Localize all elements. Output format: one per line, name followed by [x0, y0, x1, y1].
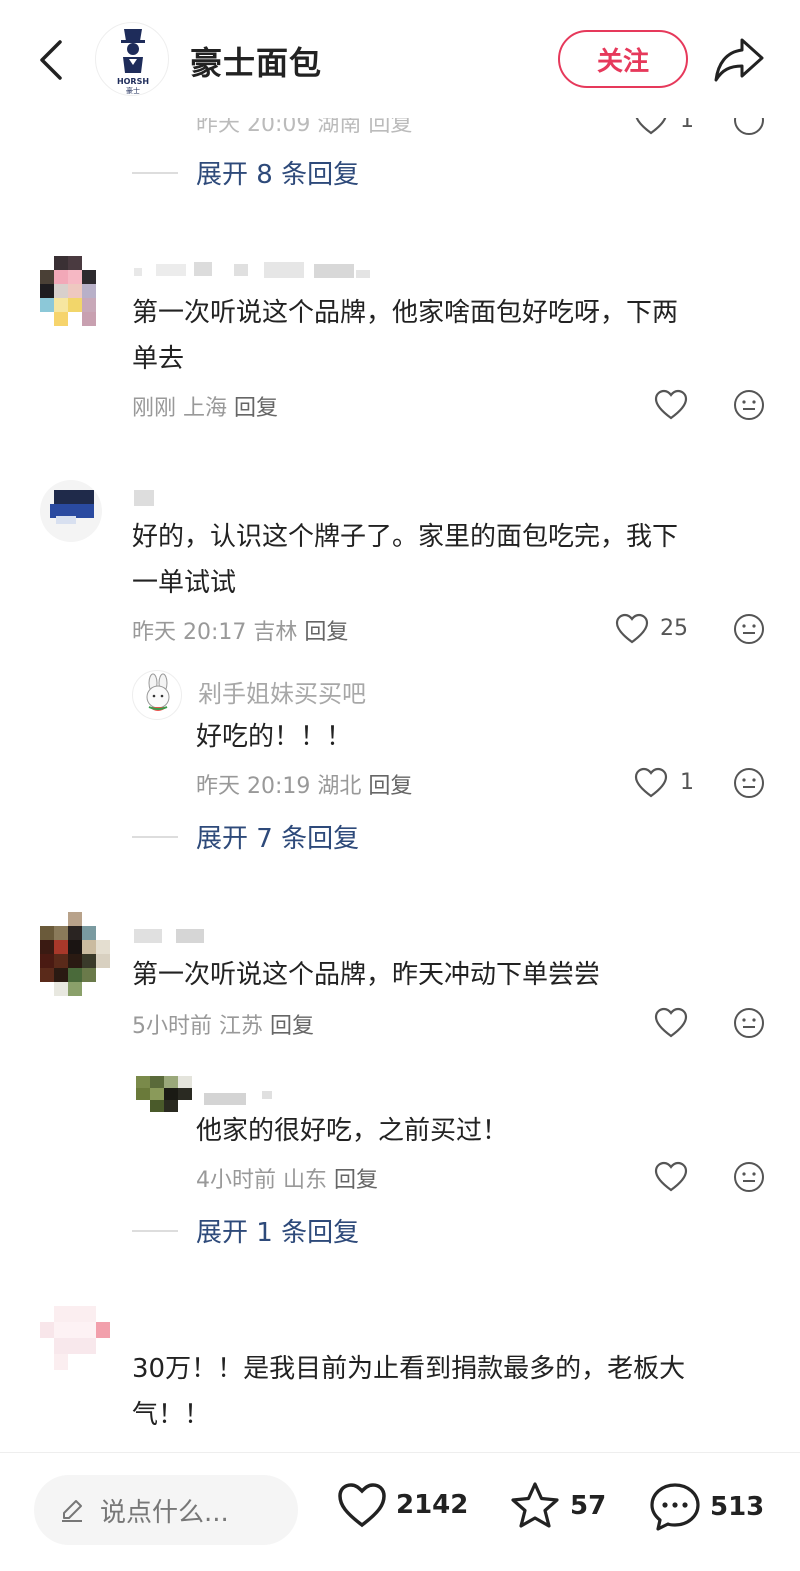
- reply-button[interactable]: 回复: [234, 396, 278, 421]
- comment-list: 昨天 20:09 湖南 回复 1 展开 8 条回复 第一次听说这个品牌，他家啥面…: [0, 0, 800, 1452]
- avatar[interactable]: [40, 912, 110, 996]
- share-icon[interactable]: [712, 34, 766, 84]
- svg-text:HORSH: HORSH: [117, 77, 149, 86]
- svg-text:豪士: 豪士: [126, 86, 140, 95]
- comment-text: 第一次听说这个品牌，昨天冲动下单尝尝: [132, 960, 601, 990]
- page-title[interactable]: 豪士面包: [190, 38, 322, 84]
- reply-button[interactable]: 回复: [304, 620, 348, 645]
- favorite-stat[interactable]: 57: [508, 1481, 606, 1531]
- brand-avatar[interactable]: HORSH 豪士: [95, 22, 169, 96]
- avatar[interactable]: [136, 1076, 192, 1112]
- comment-text: 第一次听说这个品牌，他家啥面包好吃呀，下两 单去: [132, 298, 679, 374]
- comment-meta: 昨天 20:17 吉林 回复: [132, 620, 349, 645]
- reply-button[interactable]: 回复: [270, 1014, 314, 1039]
- expand-replies[interactable]: 展开 1 条回复: [132, 1212, 359, 1249]
- pencil-icon: [62, 1500, 82, 1522]
- username-blurred: [134, 490, 154, 506]
- follow-button[interactable]: 关注: [558, 30, 688, 88]
- input-placeholder: 说点什么...: [100, 1497, 229, 1528]
- comment-text: 好的，认识这个牌子了。家里的面包吃完，我下 一单试试: [132, 522, 679, 598]
- back-arrow-icon[interactable]: [30, 36, 74, 84]
- username-blurred: [204, 1090, 274, 1105]
- like-count: 1: [680, 770, 694, 795]
- reply-text: 他家的很好吃，之前买过！: [196, 1116, 509, 1146]
- brand-logo: HORSH 豪士: [117, 29, 149, 95]
- like-total: 2142: [396, 1490, 469, 1520]
- comment-input[interactable]: 说点什么...: [34, 1475, 298, 1545]
- heart-icon[interactable]: [654, 1161, 688, 1193]
- heart-icon[interactable]: [654, 1007, 688, 1039]
- chat-bubble-icon: [650, 1483, 700, 1531]
- bottom-bar: 说点什么... 2142 57 513: [0, 1452, 800, 1571]
- like-stat[interactable]: 2142: [336, 1481, 468, 1529]
- avatar[interactable]: [132, 670, 182, 720]
- reply-text: 好吃的！！！: [196, 722, 353, 752]
- comment-meta: 刚刚 上海 回复: [132, 396, 279, 421]
- comment-total: 513: [710, 1492, 765, 1522]
- emoji-icon[interactable]: [733, 1007, 765, 1039]
- avatar[interactable]: [40, 480, 102, 542]
- like-count: 25: [660, 616, 688, 641]
- reply-meta: 昨天 20:19 湖北 回复: [196, 774, 413, 799]
- emoji-icon[interactable]: [733, 389, 765, 421]
- emoji-icon[interactable]: [733, 1161, 765, 1193]
- reply-button[interactable]: 回复: [334, 1168, 378, 1193]
- comment-stat[interactable]: 513: [648, 1481, 764, 1533]
- emoji-icon[interactable]: [733, 767, 765, 799]
- reply-meta: 4小时前 山东 回复: [196, 1168, 379, 1193]
- comment-text: 30万！！是我目前为止看到捐款最多的，老板大 气！！: [132, 1354, 686, 1430]
- star-icon: [511, 1482, 559, 1528]
- reply-button[interactable]: 回复: [368, 774, 412, 799]
- emoji-icon[interactable]: [733, 613, 765, 645]
- expand-replies[interactable]: 展开 8 条回复: [132, 154, 359, 191]
- avatar[interactable]: [40, 256, 98, 326]
- username-blurred: [134, 262, 374, 280]
- avatar[interactable]: [40, 1306, 110, 1370]
- heart-icon[interactable]: [654, 389, 688, 421]
- top-bar: HORSH 豪士 豪士面包 关注: [0, 0, 800, 118]
- favorite-total: 57: [570, 1491, 607, 1521]
- username-blurred: [134, 928, 214, 943]
- comment-meta: 5小时前 江苏 回复: [132, 1014, 315, 1039]
- heart-icon: [338, 1483, 386, 1528]
- heart-icon[interactable]: [634, 767, 668, 799]
- reply-username[interactable]: 剁手姐妹买买吧: [198, 674, 366, 709]
- expand-replies[interactable]: 展开 7 条回复: [132, 818, 359, 855]
- heart-icon[interactable]: [615, 613, 649, 645]
